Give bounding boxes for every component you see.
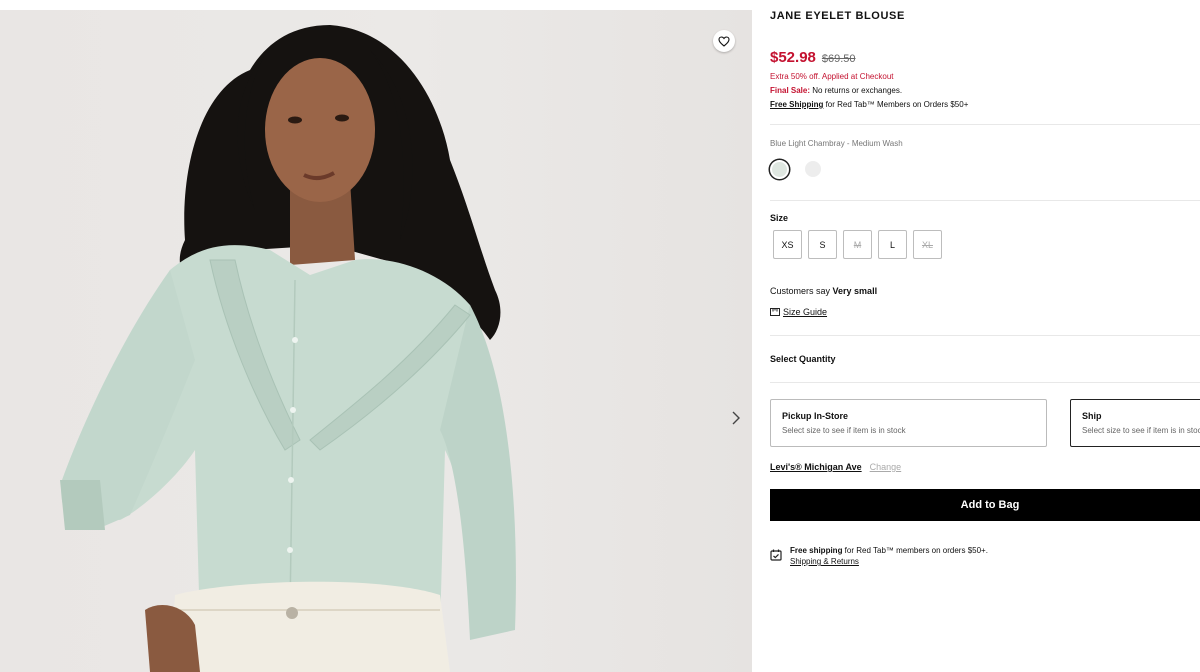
original-price: $69.50 (821, 53, 856, 65)
heart-icon (718, 35, 730, 47)
pickup-title: Pickup In-Store (782, 411, 849, 421)
fit-value: Very small (832, 286, 878, 296)
product-photo (60, 25, 516, 672)
ship-option[interactable]: Ship Select size to see if item is in st… (1070, 399, 1200, 447)
size-guide-label: Size Guide (783, 307, 828, 317)
favorite-button[interactable] (713, 30, 735, 52)
store-name-link[interactable]: Levi's® Michigan Ave (770, 462, 862, 472)
select-quantity[interactable]: Select Quantity (770, 354, 836, 364)
size-option-xl[interactable]: XL (913, 230, 942, 259)
size-option-m[interactable]: M (843, 230, 872, 259)
product-image-gallery (0, 10, 752, 672)
final-sale-label: Final Sale: (770, 86, 811, 95)
size-option-xs[interactable]: XS (773, 230, 802, 259)
product-title: JANE EYELET BLOUSE (770, 10, 905, 22)
add-to-bag-button[interactable]: Add to Bag (770, 489, 1200, 521)
ship-title: Ship (1082, 411, 1102, 421)
promo-message: Extra 50% off. Applied at Checkout (770, 72, 894, 81)
price-row: $52.98 $69.50 (770, 49, 856, 66)
shipping-info-body: for Red Tab™ members on orders $50+. (842, 546, 988, 555)
shipping-returns-link[interactable]: Shipping & Returns (790, 557, 859, 566)
fit-prefix: Customers say (770, 286, 833, 296)
final-sale-notice: Final Sale: No returns or exchanges. (770, 86, 902, 95)
ship-subtitle: Select size to see if item is in stock (1082, 426, 1200, 435)
product-details-panel: JANE EYELET BLOUSE $52.98 $69.50 Extra 5… (770, 0, 1200, 672)
color-swatch[interactable] (805, 161, 821, 177)
free-shipping-notice: Free Shipping for Red Tab™ Members on Or… (770, 100, 968, 109)
size-selector: XS S M L XL (773, 230, 942, 259)
pickup-in-store-option[interactable]: Pickup In-Store Select size to see if it… (770, 399, 1047, 447)
final-sale-text: No returns or exchanges. (810, 86, 903, 95)
calendar-box-icon (770, 549, 782, 561)
divider (770, 335, 1200, 336)
shipping-info: Free shipping for Red Tab™ members on or… (770, 545, 988, 567)
divider (770, 382, 1200, 383)
size-option-l[interactable]: L (878, 230, 907, 259)
shipping-info-text: Free shipping for Red Tab™ members on or… (790, 545, 988, 567)
ruler-icon (770, 308, 780, 316)
divider (770, 200, 1200, 201)
chevron-right-icon (732, 411, 740, 425)
pickup-subtitle: Select size to see if item is in stock (782, 426, 906, 435)
color-swatch-selected[interactable] (770, 160, 789, 179)
shipping-info-bold: Free shipping (790, 546, 843, 555)
fit-feedback: Customers say Very small (770, 286, 877, 296)
store-selector: Levi's® Michigan Ave Change (770, 462, 901, 472)
sale-price: $52.98 (770, 49, 816, 66)
size-option-s[interactable]: S (808, 230, 837, 259)
free-shipping-link[interactable]: Free Shipping (770, 100, 823, 109)
next-image-button[interactable] (727, 406, 745, 430)
divider (770, 124, 1200, 125)
change-store-link[interactable]: Change (870, 462, 902, 472)
size-guide-link[interactable]: Size Guide (770, 307, 827, 317)
selected-color-name: Blue Light Chambray - Medium Wash (770, 139, 903, 148)
free-shipping-text: for Red Tab™ Members on Orders $50+ (823, 100, 969, 109)
size-label: Size (770, 213, 789, 223)
